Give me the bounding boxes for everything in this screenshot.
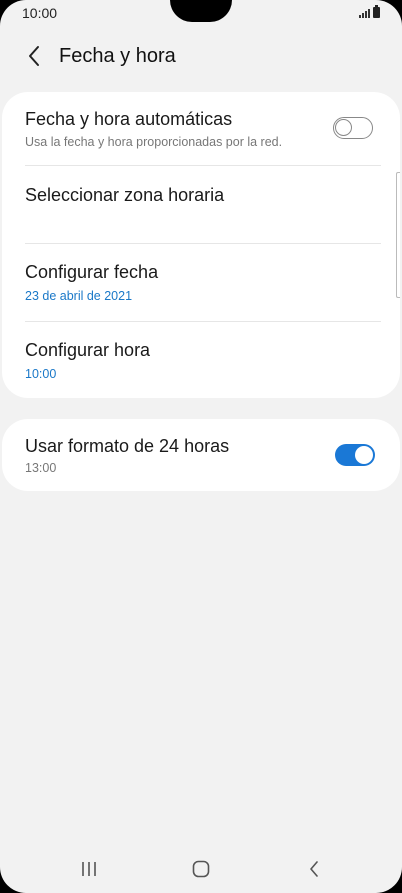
home-icon [192, 860, 210, 878]
toggle-knob [355, 446, 373, 464]
phone-screen: 10:00 Fecha y hora Fecha y hora automáti… [0, 0, 402, 893]
scrollbar[interactable] [396, 172, 400, 298]
setting-title: Fecha y hora automáticas [25, 109, 233, 129]
settings-card-format: Usar formato de 24 horas 13:00 [2, 419, 400, 491]
chevron-left-icon [29, 46, 39, 66]
setting-value: 23 de abril de 2021 [25, 289, 133, 303]
status-time: 10:00 [22, 5, 58, 21]
status-icons [359, 5, 380, 18]
home-button[interactable] [181, 855, 221, 883]
settings-card-datetime: Fecha y hora automáticas Usa la fecha y … [2, 92, 400, 398]
page-title: Fecha y hora [59, 44, 176, 67]
setting-title: Usar formato de 24 horas [25, 436, 230, 456]
setting-configure-date[interactable]: Configurar fecha 23 de abril de 2021 [2, 244, 400, 321]
setting-title: Configurar hora [25, 340, 151, 360]
status-bar: 10:00 [0, 0, 402, 28]
setting-auto-datetime[interactable]: Fecha y hora automáticas Usa la fecha y … [2, 92, 400, 166]
setting-value: 10:00 [25, 367, 57, 381]
app-header: Fecha y hora [0, 36, 402, 76]
format-24h-toggle[interactable] [335, 444, 375, 466]
setting-configure-time[interactable]: Configurar hora 10:00 [2, 322, 400, 398]
toggle-knob [335, 119, 352, 136]
battery-icon [373, 5, 380, 18]
system-back-button[interactable] [294, 855, 334, 883]
recent-apps-icon [82, 862, 96, 876]
setting-select-timezone[interactable]: Seleccionar zona horaria [2, 166, 400, 243]
back-icon [310, 861, 318, 877]
setting-subtitle: 13:00 [25, 461, 57, 475]
signal-icon [359, 8, 370, 18]
auto-datetime-toggle[interactable] [333, 117, 373, 139]
setting-title: Seleccionar zona horaria [25, 185, 225, 205]
setting-title: Configurar fecha [25, 262, 159, 282]
setting-24h-format[interactable]: Usar formato de 24 horas 13:00 [2, 419, 400, 491]
navigation-bar [0, 845, 402, 893]
setting-subtitle: Usa la fecha y hora proporcionadas por l… [25, 135, 283, 149]
recent-apps-button[interactable] [69, 855, 109, 883]
back-button[interactable] [14, 36, 54, 76]
